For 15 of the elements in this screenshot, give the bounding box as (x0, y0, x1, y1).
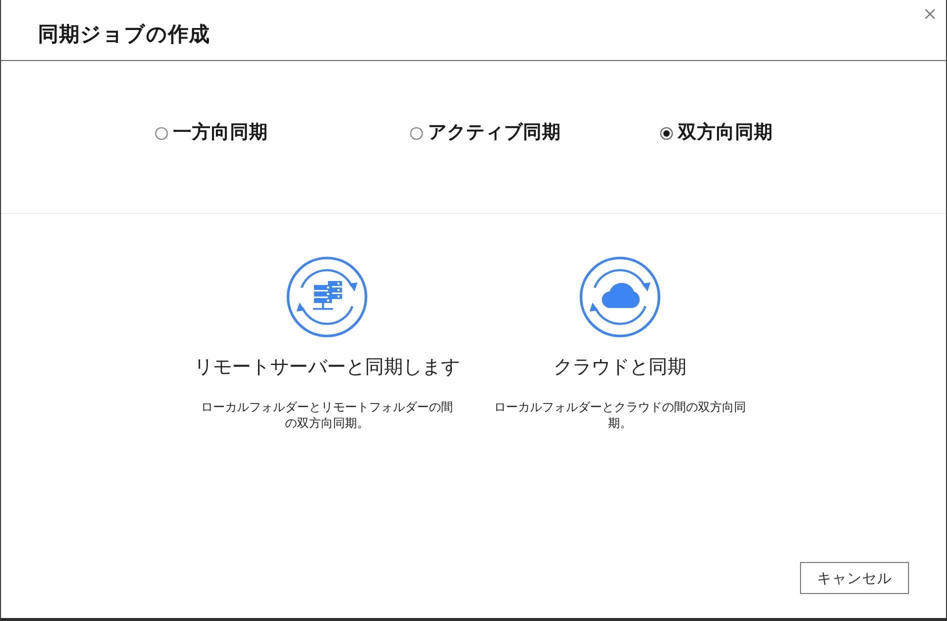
option-title: クラウドと同期 (554, 355, 686, 379)
server-sync-icon[interactable] (285, 255, 369, 339)
radio-icon[interactable] (155, 126, 168, 140)
option-description: ローカルフォルダーとクラウドの間の双方向同期。 (493, 400, 747, 431)
radio-icon[interactable] (660, 126, 673, 140)
option-description: ローカルフォルダーとリモートフォルダーの間の双方向同期。 (200, 400, 454, 431)
option-title: リモートサーバーと同期します (194, 355, 460, 379)
cloud-sync-icon[interactable] (578, 255, 662, 339)
dialog-title: 同期ジョブの作成 (38, 21, 211, 47)
radio-icon[interactable] (410, 126, 423, 140)
radio-option[interactable]: アクティブ同期 (410, 121, 561, 145)
radio-option[interactable]: 一方向同期 (155, 121, 268, 145)
cancel-button[interactable]: キャンセル (800, 562, 909, 594)
radio-option[interactable]: 双方向同期 (660, 121, 773, 145)
close-icon[interactable] (925, 9, 935, 19)
